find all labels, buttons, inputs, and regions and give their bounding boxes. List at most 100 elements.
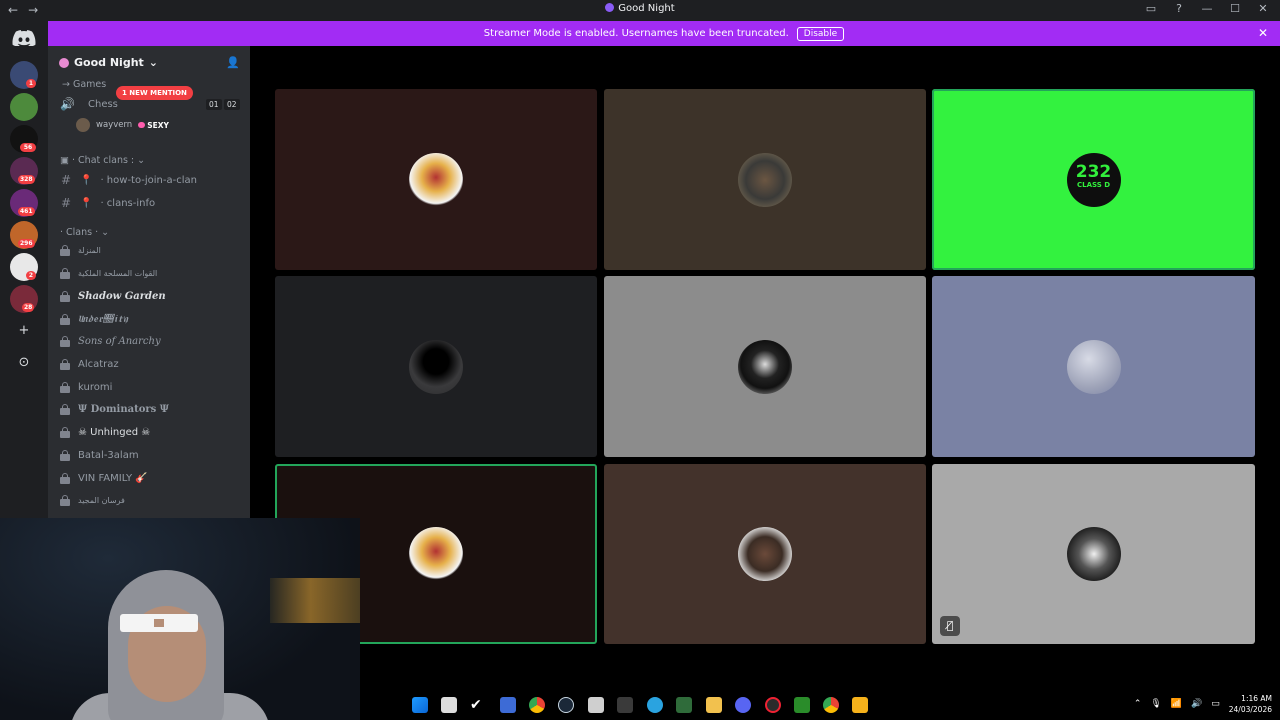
channel-clan-8[interactable]: Ψ Dominators Ψ [60,404,169,415]
pin-icon: 📍 [80,197,93,209]
forward-arrow-icon[interactable]: → [28,3,38,17]
video-tile-6[interactable] [932,276,1255,457]
channel-clan-12[interactable]: فرسان المجيد [60,495,125,506]
clock-date: 24/03/2026 [1228,705,1272,714]
channel-clan-4[interactable]: 𝔘𝔫𝔡𝔢𝔯𝔆𝔦𝔱𝔶 [60,314,128,325]
steam-icon[interactable] [558,697,574,713]
video-tile-9[interactable]: 🎙̸ [932,464,1255,644]
lock-icon [60,495,70,506]
channel-label: · how-to-join-a-clan [100,174,197,186]
checkmark-app-icon[interactable]: ✔ [470,697,486,713]
help-icon[interactable]: ? [1172,2,1186,15]
file-explorer-icon[interactable] [706,697,722,713]
discord-taskbar-icon[interactable] [735,697,751,713]
os-taskbar: ✔ ⌃ 🎙 📶 🔊 ▭ 1:16 AM 24/03/2026 [360,690,1280,720]
wifi-icon[interactable]: 📶 [1171,699,1182,709]
channel-clan-7[interactable]: kuromi [60,382,112,393]
video-tile-5[interactable] [604,276,926,457]
channel-label: المنزلة [78,246,101,255]
add-server-icon[interactable]: + [14,321,34,341]
terminal-icon[interactable] [617,697,633,713]
badge-text: CLASS D [1076,180,1111,189]
hash-icon: # [60,173,72,187]
inbox-icon[interactable]: ▭ [1144,2,1158,15]
category-clans[interactable]: · Clans · ⌄ [60,227,109,238]
voice-channel-label: Chess [88,98,118,110]
voice-count-a: 01 [206,99,222,110]
window-title: Good Night [0,3,1280,14]
channel-clan-6[interactable]: Alcatraz [60,359,119,370]
category-chat-clans[interactable]: ▣ · Chat clans : ⌄ [60,155,145,166]
channel-label: Batal-3alam [78,450,139,461]
video-tile-8[interactable] [604,464,926,644]
store-icon[interactable] [588,697,604,713]
webcam-window-light [270,578,360,623]
app-blue-icon[interactable] [500,697,516,713]
channel-clan-3[interactable]: Shadow Garden [60,291,166,302]
lock-icon [60,450,70,461]
speaker-icon: 🔊 [60,97,75,111]
minimize-button[interactable]: — [1200,2,1214,15]
channel-clan-10[interactable]: Batal-3alam [60,450,139,461]
back-arrow-icon[interactable]: ← [8,3,18,17]
video-tile-3[interactable]: 232 CLASS D [932,89,1255,270]
windows-start-icon[interactable] [412,697,428,713]
avatar [76,118,90,132]
guild-badge-3: 56 [20,143,36,152]
app-green-icon[interactable] [676,697,692,713]
window-title-text: Good Night [618,3,675,14]
chrome-icon[interactable] [529,697,545,713]
channel-label: ☠ Unhinged ☠ [78,427,151,438]
channel-clan-5[interactable]: Sons of Anarchy [60,336,161,347]
battery-icon[interactable]: ▭ [1211,699,1220,709]
app-green-arrow-icon[interactable] [794,697,810,713]
voice-channel-chess[interactable]: 🔊 Chess [60,97,118,111]
maximize-button[interactable]: ☐ [1228,2,1242,15]
lock-icon [60,427,70,438]
server-header[interactable]: Good Night ⌄ [59,56,158,69]
channel-clans-info[interactable]: # 📍 · clans-info [60,196,155,210]
channel-label: 𝔘𝔫𝔡𝔢𝔯𝔆𝔦𝔱𝔶 [78,314,128,325]
speaker-icon[interactable]: 🔊 [1191,699,1202,709]
video-tile-4[interactable] [275,276,597,457]
lock-icon [60,314,70,325]
rockstar-icon[interactable] [852,697,868,713]
channel-clan-9[interactable]: ☠ Unhinged ☠ [60,427,150,438]
channel-clan-11[interactable]: VIN FAMILY 🎸 [60,473,148,484]
lock-icon [60,382,70,393]
voice-user[interactable]: wayvern SEXY [76,118,169,132]
guild-badge-6: 296 [18,239,35,248]
mic-icon[interactable]: 🎙 [1150,699,1161,709]
server-name: Good Night [74,56,144,69]
discord-home-icon[interactable] [12,30,36,46]
telegram-icon[interactable] [647,697,663,713]
explore-icon[interactable]: ⊙ [14,353,34,373]
lock-icon [60,359,70,370]
channel-label: · clans-info [100,197,156,209]
streamer-mode-banner: Streamer Mode is enabled. Usernames have… [48,21,1280,46]
channel-label: Ψ Dominators Ψ [78,404,169,415]
clock[interactable]: 1:16 AM 24/03/2026 [1229,693,1272,715]
chevron-up-icon[interactable]: ⌃ [1134,699,1142,709]
video-tile-2[interactable] [604,89,926,270]
new-mention-pill[interactable]: 1 NEW MENTION [116,86,193,100]
guild-icon-2[interactable] [10,93,38,121]
channel-how-to-join[interactable]: # 📍 · how-to-join-a-clan [60,173,197,187]
invite-people-icon[interactable]: 👤 [226,56,240,69]
task-view-icon[interactable] [441,697,457,713]
webcam-overlay [0,518,360,720]
category-chat-label: · Chat clans : ⌄ [72,155,146,166]
chrome-2-icon[interactable] [823,697,839,713]
close-window-button[interactable]: ✕ [1256,2,1270,15]
channel-clan-2[interactable]: القوات المسلحة الملكية [60,268,157,279]
close-banner-icon[interactable]: ✕ [1258,26,1268,40]
channel-label: Sons of Anarchy [78,336,161,347]
app-red-dot-icon[interactable] [765,697,781,713]
channel-clan-1[interactable]: المنزلة [60,245,101,256]
category-games[interactable]: → Games [62,79,106,90]
window-controls: ▭ ? — ☐ ✕ [1144,2,1270,15]
disable-button[interactable]: Disable [796,26,845,41]
video-tile-1[interactable] [275,89,597,270]
channel-label: Shadow Garden [78,291,166,302]
server-badge-icon [59,57,69,68]
